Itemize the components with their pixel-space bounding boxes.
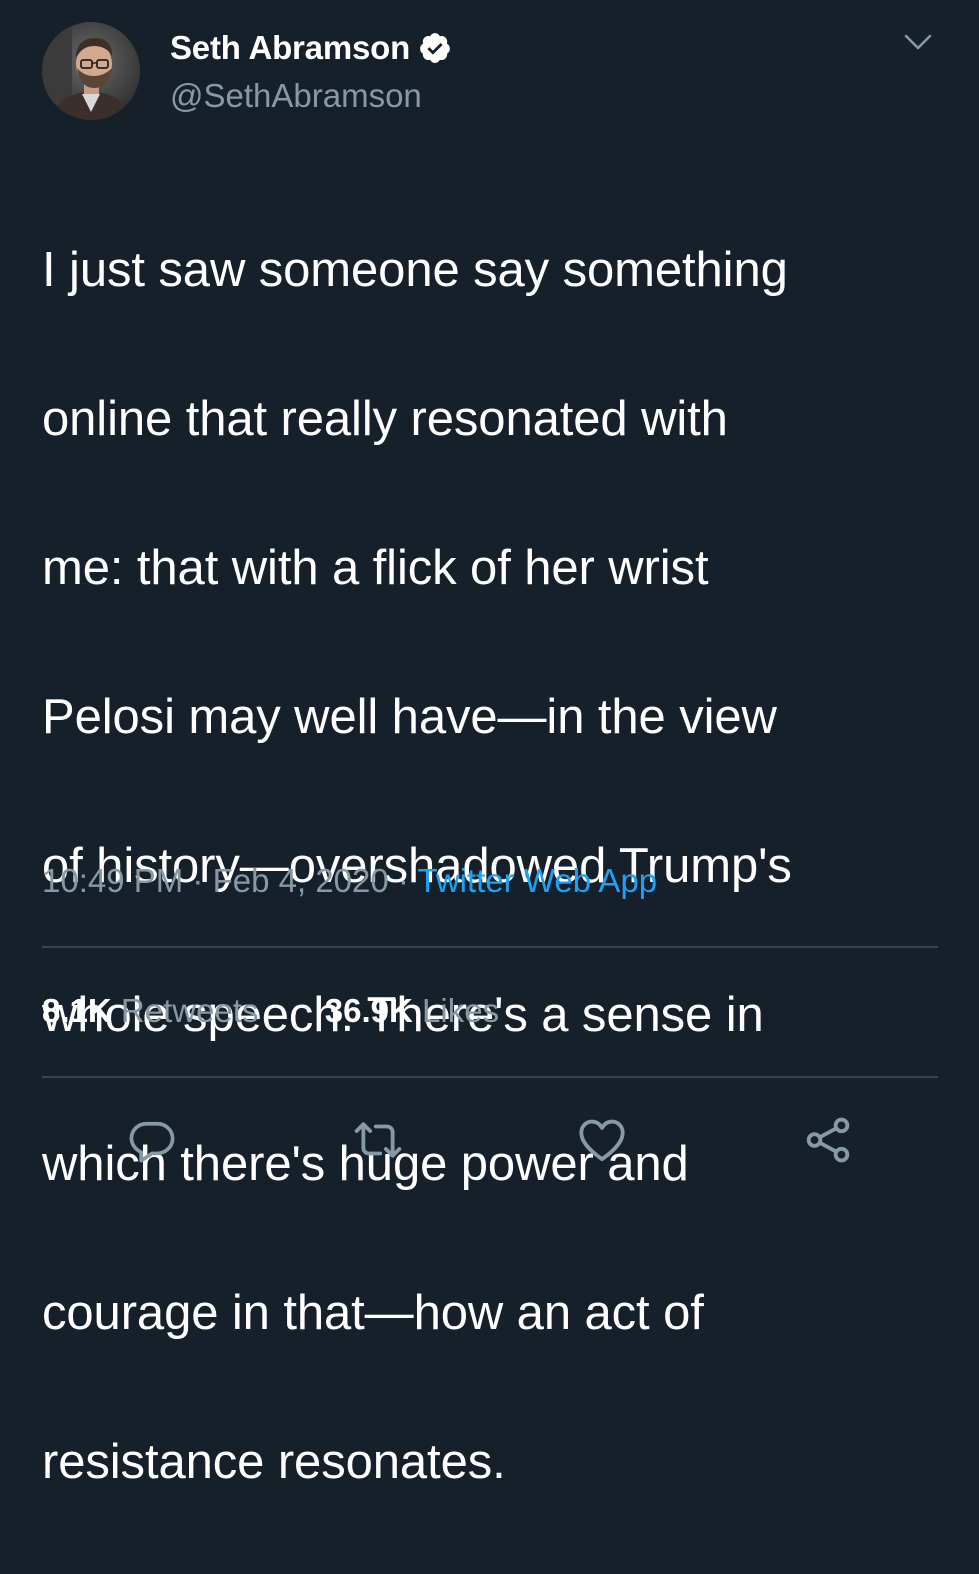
divider bbox=[42, 946, 938, 948]
tweet-stats: 8.1K Retweets 36.9K Likes bbox=[42, 992, 499, 1030]
meta-separator: · bbox=[397, 862, 409, 899]
share-button[interactable] bbox=[798, 1112, 858, 1172]
heart-icon bbox=[575, 1113, 629, 1172]
avatar[interactable] bbox=[42, 22, 140, 120]
tweet-text-line: me: that with a flick of her wrist bbox=[42, 540, 709, 595]
likes-label: Likes bbox=[422, 992, 500, 1029]
retweets-count: 8.1K bbox=[42, 992, 112, 1029]
retweet-icon bbox=[351, 1113, 405, 1172]
author-photo bbox=[42, 22, 140, 120]
tweet-date[interactable]: Feb 4, 2020 bbox=[213, 862, 389, 899]
divider bbox=[42, 1076, 938, 1078]
share-icon bbox=[801, 1113, 855, 1172]
tweet-text-line: courage in that—how an act of bbox=[42, 1285, 704, 1340]
tweet-text-line: resistance resonates. bbox=[42, 1434, 506, 1489]
reply-button[interactable] bbox=[122, 1112, 182, 1172]
retweet-button[interactable] bbox=[348, 1112, 408, 1172]
tweet-meta: 10:49 PM · Feb 4, 2020 · Twitter Web App bbox=[42, 862, 657, 900]
author-name-row: Seth Abramson bbox=[170, 28, 452, 68]
tweet-text-line: I just saw someone say something bbox=[42, 242, 788, 297]
verified-badge-icon bbox=[418, 31, 452, 65]
retweets-label: Retweets bbox=[120, 992, 259, 1029]
meta-separator: · bbox=[192, 862, 204, 899]
tweet-time[interactable]: 10:49 PM bbox=[42, 862, 183, 899]
author-display-name[interactable]: Seth Abramson bbox=[170, 29, 410, 67]
tweet-card: Seth Abramson @SethAbramson I just saw s… bbox=[0, 0, 979, 1489]
tweet-source-link[interactable]: Twitter Web App bbox=[417, 862, 657, 899]
author-handle[interactable]: @SethAbramson bbox=[170, 77, 422, 115]
likes-count: 36.9K bbox=[324, 992, 413, 1029]
tweet-text-line: online that really resonated with bbox=[42, 391, 728, 446]
reply-icon bbox=[126, 1114, 178, 1171]
retweets-stat[interactable]: 8.1K Retweets bbox=[42, 992, 268, 1029]
tweet-text-line: Pelosi may well have—in the view bbox=[42, 689, 777, 744]
likes-stat[interactable]: 36.9K Likes bbox=[325, 992, 499, 1029]
chevron-down-icon[interactable] bbox=[900, 30, 936, 54]
like-button[interactable] bbox=[572, 1112, 632, 1172]
